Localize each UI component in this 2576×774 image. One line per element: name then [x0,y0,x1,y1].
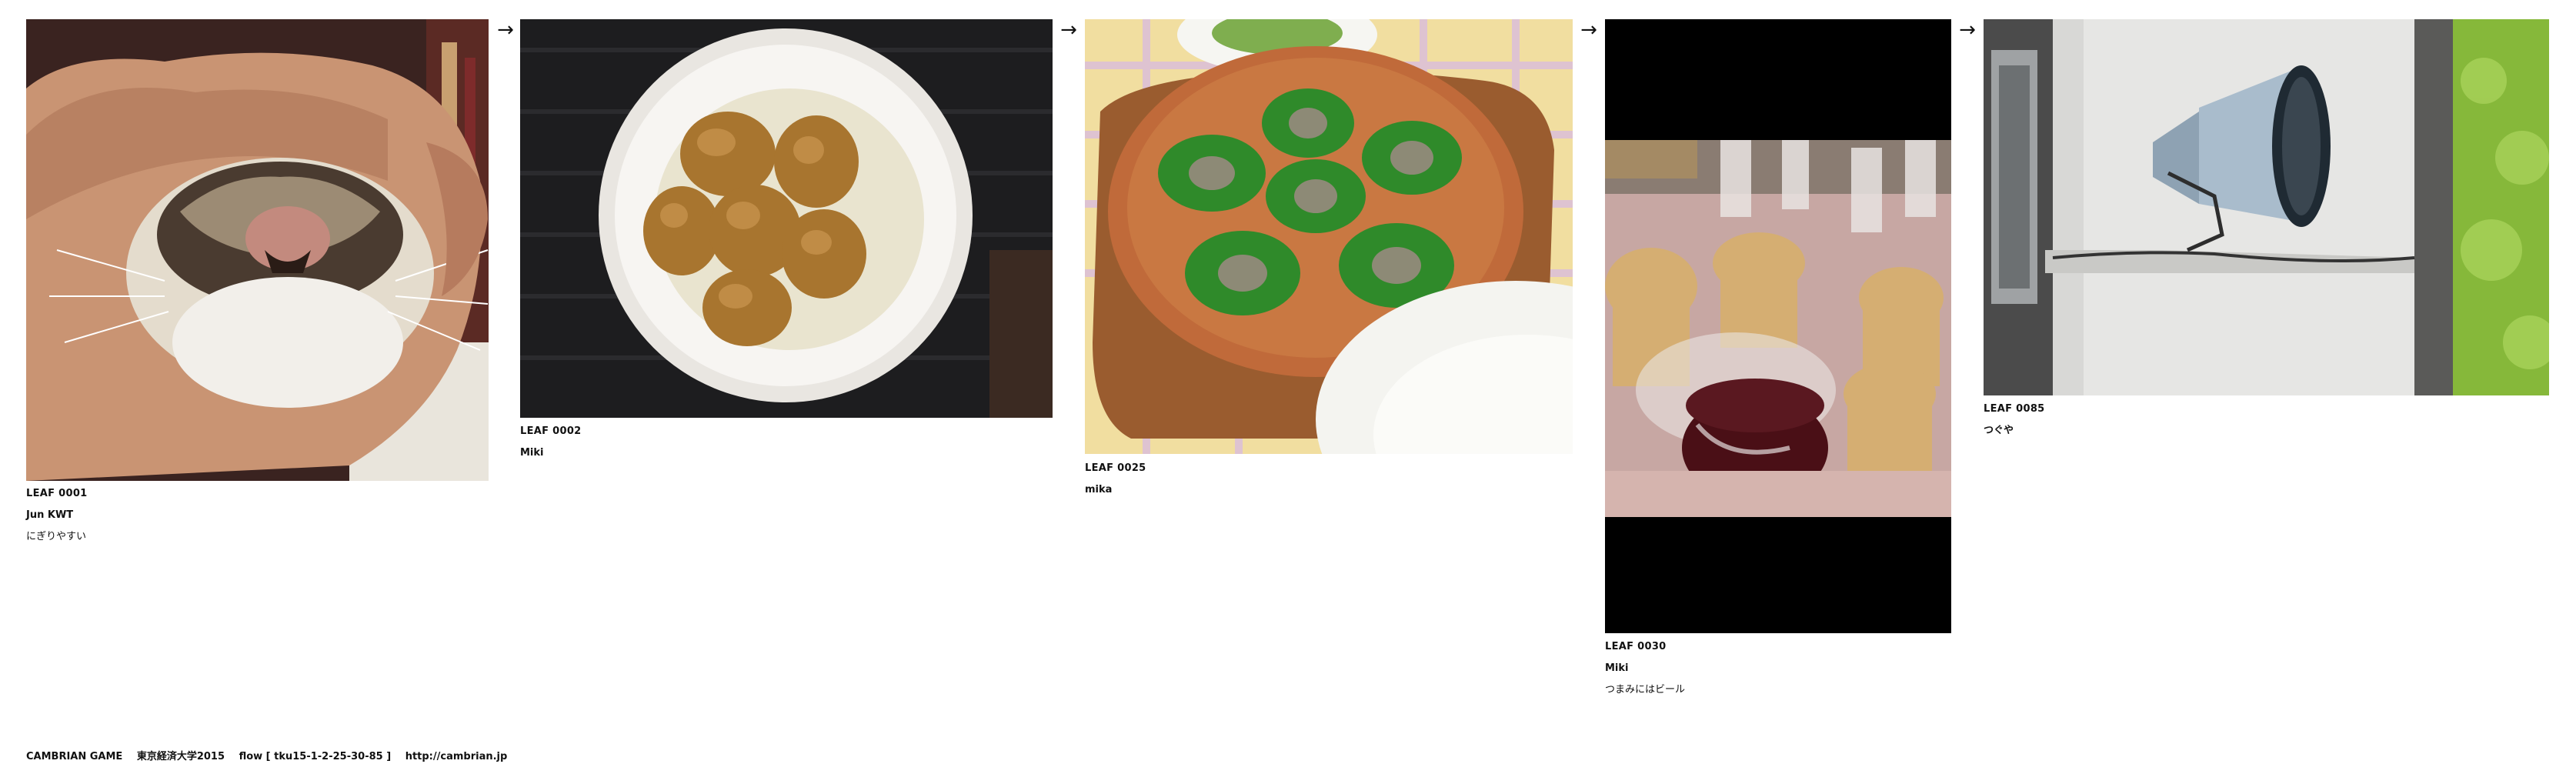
escargot-dish-photo [1085,19,1573,454]
leaf-0025-caption: LEAF 0025 mika [1085,462,1146,505]
loudspeaker-photo [1984,19,2549,395]
leaf-author[interactable]: Jun KWT [26,509,88,522]
leaf-0085-caption: LEAF 0085 つぐや [1984,403,2045,446]
leaf-0030-caption: LEAF 0030 Miki つまみにはビール [1605,641,1685,706]
leaf-0001-photo[interactable] [26,19,489,481]
simmered-potatoes-bowl-photo [520,19,1053,418]
leaf-id[interactable]: LEAF 0001 [26,488,88,500]
leaf-0025-photo[interactable] [1085,19,1573,454]
footer-flow: flow [ tku15-1-2-25-30-85 ] [239,751,392,762]
beer-cups-photo [1605,19,1951,633]
leaf-id[interactable]: LEAF 0030 [1605,641,1685,653]
footer-event: 東京経済大学2015 [136,751,225,762]
leaf-author[interactable]: つぐや [1984,425,2045,437]
leaf-comment: つまみにはビール [1605,684,1686,696]
flow-arrow-2: → [1060,18,1077,42]
leaf-author[interactable]: Miki [1605,662,1685,675]
flow-arrow-1: → [497,18,514,42]
leaf-id[interactable]: LEAF 0025 [1085,462,1146,475]
leaf-author[interactable]: Miki [520,447,582,459]
footer: CAMBRIAN GAME 東京経済大学2015 flow [ tku15-1-… [26,748,518,762]
footer-title[interactable]: CAMBRIAN GAME [26,751,122,762]
flow-arrow-3: → [1580,18,1597,42]
leaf-author[interactable]: mika [1085,484,1146,496]
leaf-0002-caption: LEAF 0002 Miki [520,425,582,469]
leaf-0030-photo[interactable] [1605,19,1951,633]
leaf-comment: にぎりやすい [26,531,87,542]
cat-in-hand-photo [26,19,489,481]
leaf-0002-photo[interactable] [520,19,1053,418]
leaf-id[interactable]: LEAF 0085 [1984,403,2045,415]
footer-url-link[interactable]: http://cambrian.jp [405,751,508,762]
leaf-id[interactable]: LEAF 0002 [520,425,582,438]
leaf-0085-photo[interactable] [1984,19,2549,395]
flow-arrow-4: → [1959,18,1976,42]
leaf-0001-caption: LEAF 0001 Jun KWT にぎりやすい [26,488,88,552]
